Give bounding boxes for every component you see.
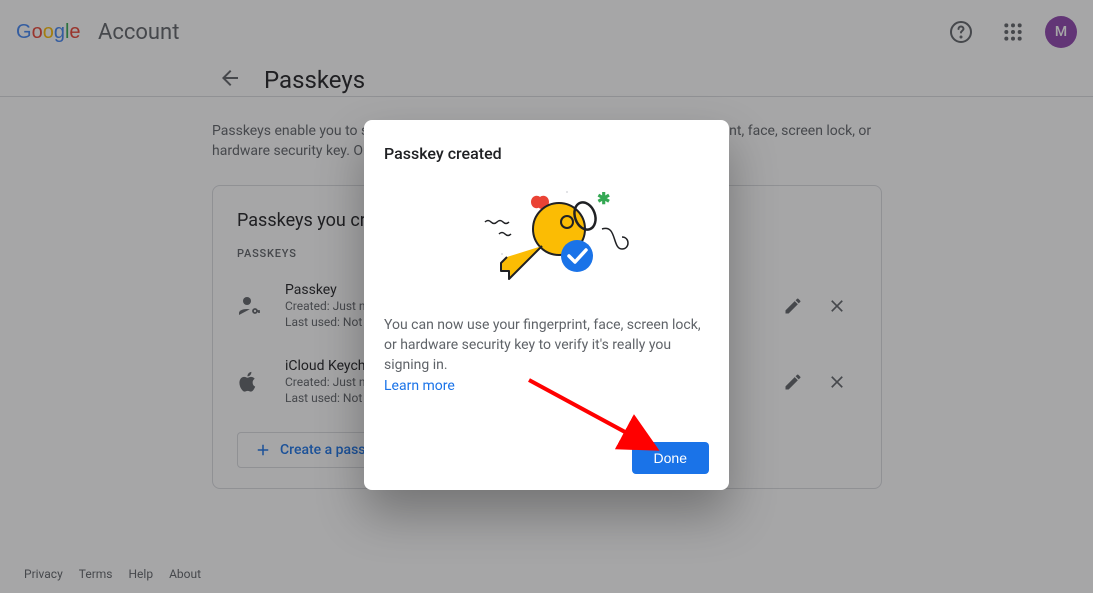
modal-body: You can now use your fingerprint, face, …: [384, 315, 709, 375]
modal-learn-more-link[interactable]: Learn more: [384, 378, 455, 394]
key-illustration: ✱: [384, 179, 709, 299]
svg-text:✱: ✱: [597, 189, 610, 208]
done-button[interactable]: Done: [632, 442, 709, 474]
passkey-created-modal: Passkey created ✱: [364, 120, 729, 490]
modal-scrim[interactable]: Passkey created ✱: [0, 0, 1093, 593]
modal-actions: Done: [384, 442, 709, 474]
modal-title: Passkey created: [384, 144, 709, 163]
